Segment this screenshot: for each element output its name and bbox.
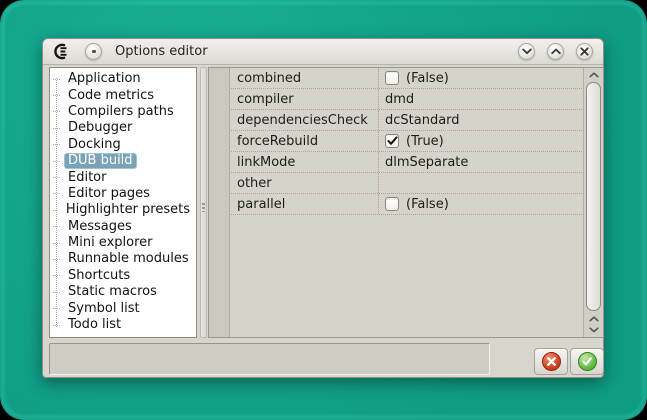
property-grid-gutter [209,68,230,337]
property-value[interactable]: dmd [379,89,582,109]
chevron-up-icon [550,48,561,55]
property-row-compiler[interactable]: compiler dmd [231,89,582,110]
sidebar-item-dub-build[interactable]: DUB build [50,153,194,170]
checkbox-forcerebuild[interactable] [385,134,399,148]
property-name: combined [231,68,379,88]
sidebar-item-mini-explorer[interactable]: Mini explorer [50,235,194,251]
sidebar-item-application[interactable]: Application [50,71,194,87]
checkbox-parallel[interactable] [385,197,399,211]
sidebar-item-static-macros[interactable]: Static macros [50,284,194,300]
scrollbar-thumb[interactable] [586,82,601,311]
property-row-parallel[interactable]: parallel (False) [231,194,582,215]
status-bar [49,343,490,375]
close-icon [580,47,589,56]
property-value[interactable]: dcStandard [379,110,582,130]
sidebar-item-symbol-list[interactable]: Symbol list [50,300,194,316]
bool-value-label: (False) [406,196,449,212]
property-name: compiler [231,89,379,109]
desktop-background: Options editor Application Code metrics … [0,0,647,420]
sidebar-item-compilers-paths[interactable]: Compilers paths [50,104,194,120]
checkbox-combined[interactable] [385,71,399,85]
chevron-down-icon [521,48,532,55]
category-tree: Application Code metrics Compilers paths… [50,71,194,337]
sidebar-item-code-metrics[interactable]: Code metrics [50,87,194,103]
cancel-x-icon [541,352,561,371]
property-value[interactable] [379,173,582,193]
property-value: (False) [379,194,582,214]
sidebar-item-todo-list[interactable]: Todo list [50,317,194,333]
property-name: dependenciesCheck [231,110,379,130]
scrollbar-up-button[interactable] [584,68,603,81]
vertical-scrollbar[interactable] [583,68,603,337]
sidebar-item-shortcuts[interactable]: Shortcuts [50,268,194,284]
scrollbar-up-button-2[interactable] [588,314,599,323]
panel-splitter[interactable] [200,67,207,338]
property-name: linkMode [231,152,379,172]
property-row-combined[interactable]: combined (False) [231,68,582,89]
sidebar-item-messages[interactable]: Messages [50,219,194,235]
property-rows: combined (False) compiler dmd dependenci… [231,68,582,337]
category-tree-panel: Application Code metrics Compilers paths… [49,67,197,338]
property-value: (True) [379,131,582,151]
sidebar-item-docking[interactable]: Docking [50,137,194,153]
scrollbar-down-button[interactable] [588,325,599,334]
property-value: (False) [379,68,582,88]
cancel-button[interactable] [534,348,568,375]
chevron-up-icon [588,71,599,77]
minimize-button[interactable] [518,43,535,60]
property-row-linkmode[interactable]: linkMode dlmSeparate [231,152,582,173]
app-logo-icon [50,43,74,60]
sidebar-item-editor-pages[interactable]: Editor pages [50,186,194,202]
chevron-down-icon [588,326,599,332]
sidebar-item-runnable-modules[interactable]: Runnable modules [50,251,194,267]
property-grid: combined (False) compiler dmd dependenci… [208,67,604,338]
close-button[interactable] [576,43,593,60]
bool-value-label: (True) [406,133,444,149]
screen: Options editor Application Code metrics … [0,0,647,420]
sidebar-item-debugger[interactable]: Debugger [50,120,194,136]
titlebar: Options editor [43,39,603,65]
maximize-button[interactable] [547,43,564,60]
window-title: Options editor [115,44,208,59]
property-value[interactable]: dlmSeparate [379,152,582,172]
property-name: forceRebuild [231,131,379,151]
ok-check-icon [577,352,597,371]
ok-button[interactable] [570,348,604,375]
property-row-dependenciescheck[interactable]: dependenciesCheck dcStandard [231,110,582,131]
window-menu-button[interactable] [85,43,102,60]
options-editor-window: Options editor Application Code metrics … [42,38,604,378]
sidebar-item-highlighter-presets[interactable]: Highlighter presets [50,202,194,218]
property-row-other[interactable]: other [231,173,582,194]
property-row-forcerebuild[interactable]: forceRebuild (True) [231,131,582,152]
check-icon [387,136,397,145]
property-name: other [231,173,379,193]
sidebar-item-editor[interactable]: Editor [50,169,194,185]
property-name: parallel [231,194,379,214]
chevron-up-icon [588,315,599,321]
menu-dot-icon [91,50,96,53]
bool-value-label: (False) [406,70,449,86]
